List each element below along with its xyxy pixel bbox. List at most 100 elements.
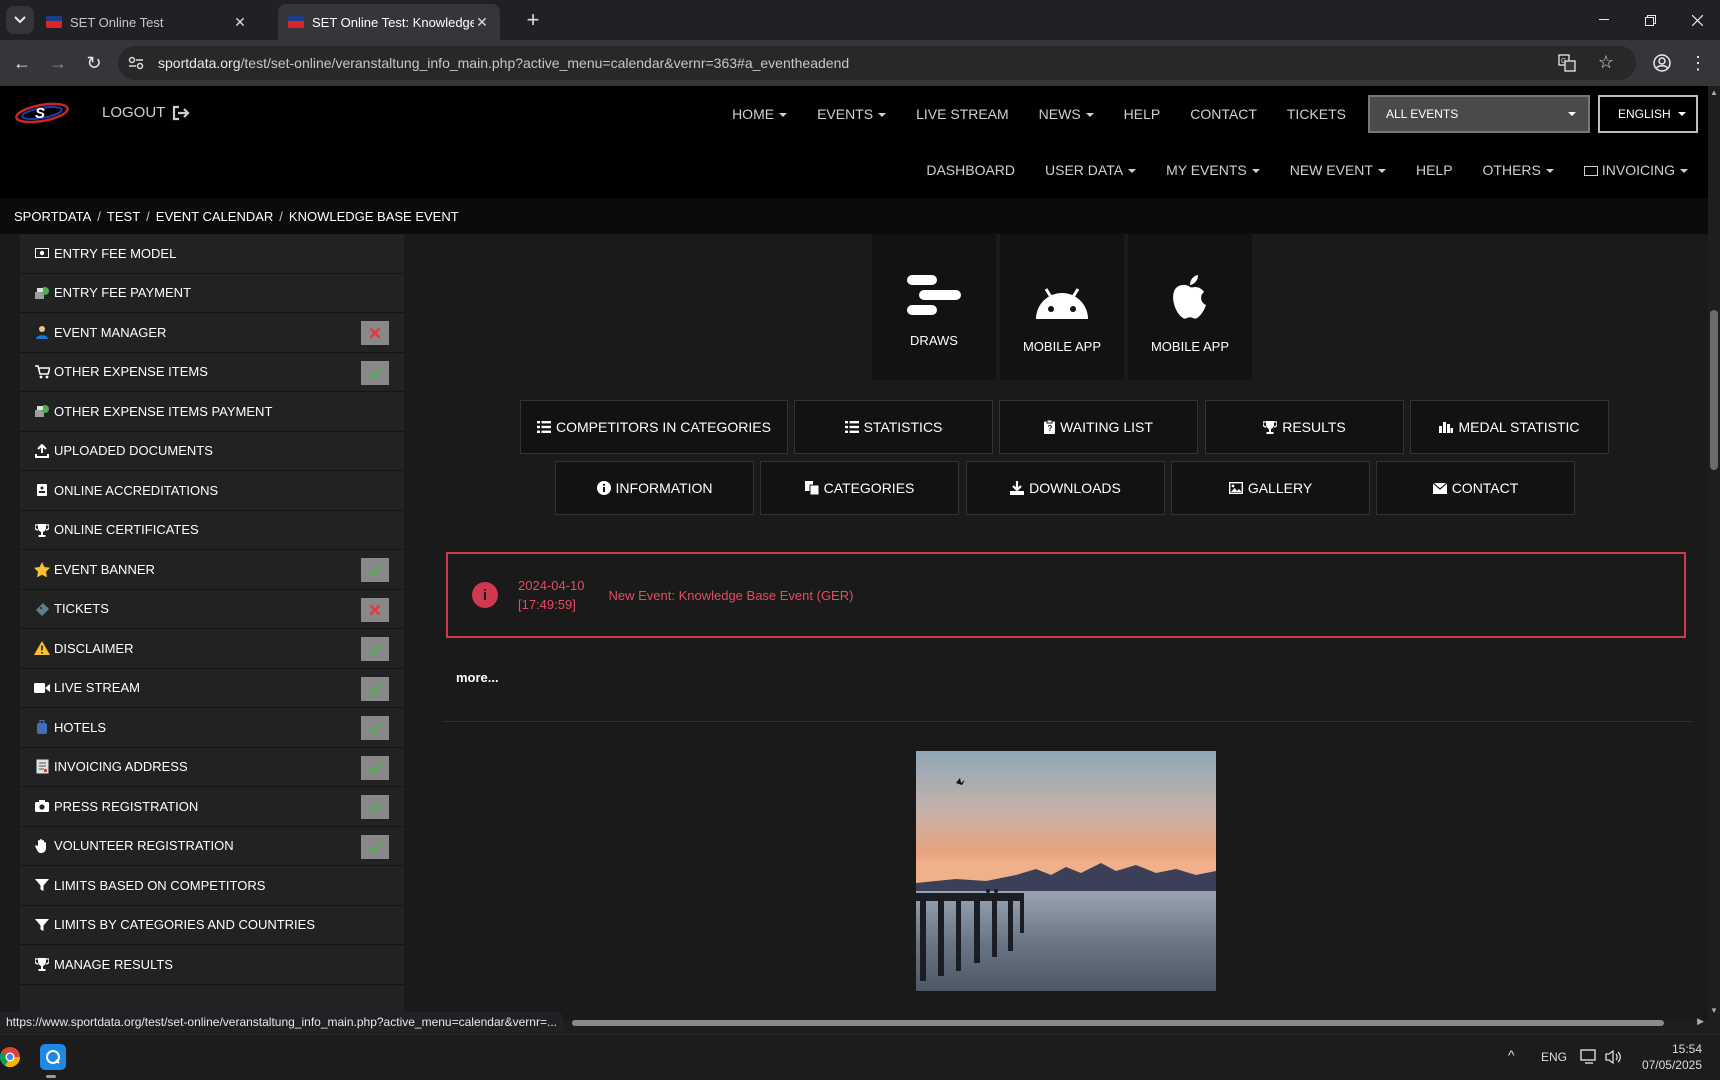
breadcrumb-item[interactable]: SPORTDATA	[14, 209, 91, 224]
menu-contact[interactable]: CONTACT	[1190, 106, 1257, 122]
waiting-list-button[interactable]: ? WAITING LIST	[999, 400, 1198, 454]
categories-button[interactable]: CATEGORIES	[760, 461, 959, 515]
menu-user-data[interactable]: USER DATA	[1045, 162, 1137, 178]
reload-button[interactable]: ↻	[80, 49, 108, 77]
profile-button[interactable]	[1648, 49, 1676, 77]
input-language[interactable]: ENG	[1541, 1050, 1567, 1064]
translate-icon[interactable]: G	[1558, 54, 1576, 72]
tab-search-button[interactable]	[6, 6, 34, 34]
sidebar-item[interactable]: LIMITS BY CATEGORIES AND COUNTRIES	[20, 906, 404, 945]
menu-my-events[interactable]: MY EVENTS	[1166, 162, 1260, 178]
status-check-icon[interactable]	[361, 795, 389, 819]
close-window-button[interactable]	[1674, 0, 1720, 40]
competitors-in-categories-button[interactable]: COMPETITORS IN CATEGORIES	[520, 400, 788, 454]
status-cross-icon[interactable]	[361, 321, 389, 345]
scroll-up-icon[interactable]: ▲	[1710, 88, 1718, 97]
status-check-icon[interactable]	[361, 558, 389, 582]
sidebar-item[interactable]: LIVE STREAM	[20, 669, 404, 708]
menu-news[interactable]: NEWS	[1039, 106, 1094, 122]
menu-help[interactable]: HELP	[1124, 106, 1161, 122]
sidebar-item[interactable]: ENTRY FEE MODEL	[20, 234, 404, 274]
event-select[interactable]: ALL EVENTS	[1368, 95, 1590, 133]
sidebar-item[interactable]: ONLINE ACCREDITATIONS	[20, 471, 404, 511]
menu-label: LIVE STREAM	[916, 106, 1009, 122]
menu-events[interactable]: EVENTS	[817, 106, 887, 122]
sidebar-item[interactable]: EVENT BANNER	[20, 550, 404, 590]
draws-tile[interactable]: DRAWS	[872, 234, 996, 380]
menu-dashboard[interactable]: DASHBOARD	[926, 162, 1015, 178]
restore-button[interactable]	[1627, 0, 1673, 40]
status-check-icon[interactable]	[361, 716, 389, 740]
ios-app-tile[interactable]: MOBILE APP	[1128, 234, 1252, 380]
sidebar-item[interactable]: DISCLAIMER	[20, 629, 404, 669]
address-bar[interactable]: sportdata.org/test/set-online/veranstalt…	[118, 46, 1636, 80]
browser-menu-button[interactable]: ⋮	[1684, 49, 1712, 77]
system-clock[interactable]: 15:54 07/05/2025	[1640, 1041, 1702, 1073]
app-taskbar-icon[interactable]	[40, 1044, 66, 1070]
breadcrumb-item[interactable]: EVENT CALENDAR	[156, 209, 274, 224]
menu-live-stream[interactable]: LIVE STREAM	[916, 106, 1009, 122]
sidebar-item-label: MANAGE RESULTS	[54, 956, 173, 972]
chrome-taskbar-icon[interactable]	[0, 1044, 22, 1070]
logout-link[interactable]: LOGOUT	[102, 104, 191, 121]
sidebar-item[interactable]: UPLOADED DOCUMENTS	[20, 432, 404, 471]
menu-others[interactable]: OTHERS	[1483, 162, 1554, 178]
sidebar-item[interactable]: ONLINE CERTIFICATES	[20, 511, 404, 550]
medal-statistic-button[interactable]: MEDAL STATISTIC	[1410, 400, 1609, 454]
network-icon[interactable]	[1580, 1049, 1598, 1065]
scroll-thumb[interactable]	[572, 1020, 1664, 1026]
status-cross-icon[interactable]	[361, 597, 389, 622]
sidebar-item[interactable]: PRESS REGISTRATION	[20, 787, 404, 827]
browser-tab[interactable]: SET Online Test ✕	[36, 4, 258, 40]
notice-message[interactable]: New Event: Knowledge Base Event (GER)	[609, 588, 854, 603]
menu-tickets[interactable]: TICKETS	[1287, 106, 1346, 122]
back-button[interactable]: ←	[8, 49, 36, 77]
chevron-up-icon[interactable]: ^	[1508, 1047, 1515, 1063]
browser-toolbar: ← → ↻ sportdata.org/test/set-online/vera…	[0, 40, 1720, 86]
menu-home[interactable]: HOME	[732, 106, 788, 122]
sidebar-item[interactable]: OTHER EXPENSE ITEMS	[20, 353, 404, 392]
results-button[interactable]: RESULTS	[1205, 400, 1404, 454]
sidebar-item[interactable]: MANAGE RESULTS	[20, 945, 404, 985]
browser-tab-active[interactable]: SET Online Test: Knowledge Base Event ✕	[278, 4, 500, 40]
forward-button[interactable]: →	[44, 49, 72, 77]
menu-help-admin[interactable]: HELP	[1416, 162, 1453, 178]
status-check-icon[interactable]	[361, 360, 389, 385]
sidebar-item[interactable]: EVENT MANAGER	[20, 313, 404, 353]
breadcrumb-item[interactable]: TEST	[107, 209, 140, 224]
scroll-thumb[interactable]	[1710, 310, 1718, 470]
status-check-icon[interactable]	[361, 637, 389, 661]
sidebar-item[interactable]: INVOICING ADDRESS	[20, 748, 404, 787]
scroll-down-icon[interactable]: ▼	[1710, 1006, 1718, 1015]
minimize-button[interactable]	[1581, 0, 1627, 40]
status-check-icon[interactable]	[361, 755, 389, 780]
sidebar-item[interactable]: HOTELS	[20, 708, 404, 748]
close-tab-icon[interactable]: ✕	[232, 14, 248, 31]
bookmark-star-icon[interactable]: ☆	[1598, 52, 1614, 73]
volume-icon[interactable]	[1604, 1049, 1622, 1065]
horizontal-scrollbar[interactable]: ▶	[560, 1016, 1708, 1028]
gallery-button[interactable]: GALLERY	[1171, 461, 1370, 515]
sidebar-item[interactable]: VOLUNTEER REGISTRATION	[20, 827, 404, 866]
menu-new-event[interactable]: NEW EVENT	[1290, 162, 1386, 178]
status-check-icon[interactable]	[361, 676, 389, 701]
information-button[interactable]: INFORMATION	[555, 461, 754, 515]
downloads-button[interactable]: DOWNLOADS	[966, 461, 1165, 515]
site-info-icon[interactable]	[128, 56, 146, 70]
contact-button[interactable]: CONTACT	[1376, 461, 1575, 515]
status-check-icon[interactable]	[361, 834, 389, 859]
sidebar-item[interactable]: OTHER EXPENSE ITEMS PAYMENT	[20, 392, 404, 432]
language-select[interactable]: ENGLISH	[1598, 95, 1698, 133]
new-tab-button[interactable]: +	[520, 8, 546, 34]
android-app-tile[interactable]: MOBILE APP	[1000, 234, 1124, 380]
menu-invoicing[interactable]: INVOICING	[1583, 162, 1688, 178]
close-tab-icon[interactable]: ✕	[474, 14, 490, 31]
scroll-right-icon[interactable]: ▶	[1697, 1016, 1704, 1027]
sidebar-item[interactable]: TICKETS	[20, 590, 404, 629]
sportdata-logo[interactable]: S	[14, 100, 70, 126]
statistics-button[interactable]: STATISTICS	[794, 400, 993, 454]
vertical-scrollbar[interactable]: ▲ ▼	[1708, 86, 1720, 1020]
more-link[interactable]: more...	[456, 670, 499, 685]
sidebar-item[interactable]: ENTRY FEE PAYMENT	[20, 274, 404, 313]
sidebar-item[interactable]: LIMITS BASED ON COMPETITORS	[20, 866, 404, 906]
